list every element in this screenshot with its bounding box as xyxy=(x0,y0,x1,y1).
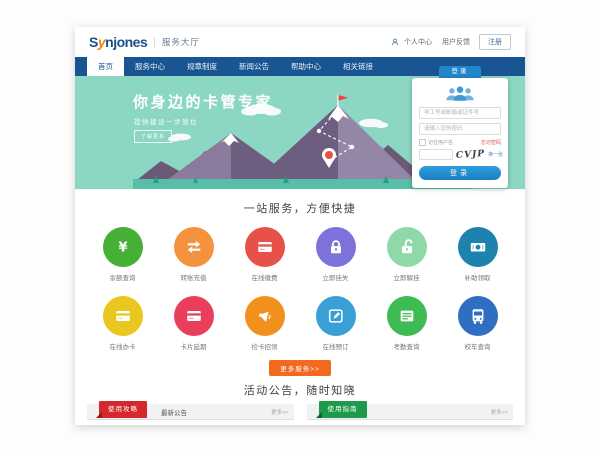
megaphone-icon xyxy=(245,296,285,336)
nav-item-1[interactable]: 服务中心 xyxy=(124,57,176,76)
page: Synjones | 服务大厅 个人中心 用户反馈 注册 首页服务中心规章制度新… xyxy=(75,27,525,425)
service-item-5[interactable]: 补助领取 xyxy=(442,218,513,287)
nav-item-0[interactable]: 首页 xyxy=(87,57,124,76)
service-label: 在线预订 xyxy=(300,341,371,351)
service-label: 补助领取 xyxy=(442,272,513,282)
more-services-button[interactable]: 更多服务>> xyxy=(269,360,331,376)
logo-part1: S xyxy=(89,34,98,50)
service-item-3[interactable]: 立即挂失 xyxy=(300,218,371,287)
service-label: 立即解挂 xyxy=(371,272,442,282)
register-button[interactable]: 注册 xyxy=(479,34,511,50)
lock-icon xyxy=(316,227,356,267)
logo-separator: | xyxy=(153,37,156,48)
service-item-1[interactable]: 转账充值 xyxy=(158,218,229,287)
tab-usage-strategy[interactable]: 使用攻略 xyxy=(99,401,147,418)
left-more-link[interactable]: 更多>> xyxy=(271,408,293,416)
yuan-icon: ¥ xyxy=(103,227,143,267)
portal-name: 服务大厅 xyxy=(162,36,200,48)
left-tabbar: 使用攻略 最新公告 更多>> xyxy=(87,404,294,420)
flag-icon xyxy=(337,95,338,106)
card-icon xyxy=(103,296,143,336)
captcha-refresh-link[interactable]: 换一张 xyxy=(488,151,503,158)
svg-text:¥: ¥ xyxy=(118,241,127,256)
service-label: 转账充值 xyxy=(158,272,229,282)
nav-item-3[interactable]: 新闻公告 xyxy=(228,57,280,76)
hero-title: 你身边的卡管专家 xyxy=(133,91,273,112)
service-item-8[interactable]: 捡卡招领 xyxy=(229,287,300,356)
tab-usage-guide[interactable]: 使用指南 xyxy=(319,401,367,418)
login-card: 记住用户名 忘记密码 CVJP 换一张 登录 xyxy=(412,78,508,188)
announcements-section: 活动公告，随时知晓 使用攻略 最新公告 更多>> 使用指南 更多>> xyxy=(75,382,525,420)
edit-icon xyxy=(316,296,356,336)
announcement-column-right: 使用指南 更多>> xyxy=(307,404,514,420)
banknote-icon xyxy=(458,227,498,267)
nav-item-2[interactable]: 规章制度 xyxy=(176,57,228,76)
services-title: 一站服务，方便快捷 xyxy=(75,200,525,216)
service-label: 卡片延期 xyxy=(158,341,229,351)
service-label: 余额查询 xyxy=(87,272,158,282)
service-label: 在线办卡 xyxy=(87,341,158,351)
transfer-icon xyxy=(174,227,214,267)
service-label: 捡卡招领 xyxy=(229,341,300,351)
service-label: 考勤查询 xyxy=(371,341,442,351)
card-icon xyxy=(174,296,214,336)
announcement-columns: 使用攻略 最新公告 更多>> 使用指南 更多>> xyxy=(87,404,513,420)
service-item-10[interactable]: 考勤查询 xyxy=(371,287,442,356)
announcement-column-left: 使用攻略 最新公告 更多>> xyxy=(87,404,294,420)
nav-item-5[interactable]: 相关链接 xyxy=(332,57,384,76)
forgot-password-link[interactable]: 忘记密码 xyxy=(481,139,501,146)
service-item-4[interactable]: 立即解挂 xyxy=(371,218,442,287)
personal-center-link[interactable]: 个人中心 xyxy=(404,37,432,47)
remember-row: 记住用户名 忘记密码 xyxy=(419,139,501,146)
service-item-2[interactable]: 在线缴费 xyxy=(229,218,300,287)
right-tabbar: 使用指南 更多>> xyxy=(307,404,514,420)
service-label: 校车查询 xyxy=(442,341,513,351)
username-input[interactable] xyxy=(419,107,501,119)
logo: Synjones xyxy=(89,34,147,50)
login-submit-button[interactable]: 登录 xyxy=(419,166,501,180)
logo-part3: njones xyxy=(105,34,147,50)
service-item-6[interactable]: 在线办卡 xyxy=(87,287,158,356)
service-label: 在线缴费 xyxy=(229,272,300,282)
unlock-icon xyxy=(387,227,427,267)
captcha-image[interactable]: CVJP xyxy=(456,148,486,160)
tab-latest-announcements[interactable]: 最新公告 xyxy=(161,407,187,417)
captcha-input[interactable] xyxy=(419,149,453,160)
hero-subtitle: 提供建设一步到位 xyxy=(134,116,198,126)
login-panel: 登录 记住用户名 忘记密码 CVJP 换一张 登录 xyxy=(412,66,508,188)
password-input[interactable] xyxy=(419,123,501,135)
list-icon xyxy=(387,296,427,336)
service-item-0[interactable]: ¥ 余额查询 xyxy=(87,218,158,287)
services-grid: ¥ 余额查询转账充值在线缴费立即挂失立即解挂补助领取在线办卡卡片延期捡卡招领在线预… xyxy=(87,218,513,356)
right-more-link[interactable]: 更多>> xyxy=(491,408,513,416)
service-item-7[interactable]: 卡片延期 xyxy=(158,287,229,356)
login-tab[interactable]: 登录 xyxy=(439,66,481,78)
service-label: 立即挂失 xyxy=(300,272,371,282)
header: Synjones | 服务大厅 个人中心 用户反馈 注册 xyxy=(75,27,525,57)
services-section: 一站服务，方便快捷 ¥ 余额查询转账充值在线缴费立即挂失立即解挂补助领取在线办卡卡… xyxy=(75,189,525,376)
announcements-title: 活动公告，随时知晓 xyxy=(75,382,525,398)
hero-cta-button[interactable]: 了解更多 xyxy=(134,130,172,143)
nav-item-4[interactable]: 帮助中心 xyxy=(280,57,332,76)
logo-part2: y xyxy=(98,34,105,50)
users-icon xyxy=(442,85,478,103)
remember-label: 记住用户名 xyxy=(428,139,453,146)
bus-icon xyxy=(458,296,498,336)
person-icon xyxy=(391,38,399,46)
remember-checkbox[interactable] xyxy=(419,139,426,146)
captcha-row: CVJP 换一张 xyxy=(419,149,501,160)
service-item-9[interactable]: 在线预订 xyxy=(300,287,371,356)
user-feedback-link[interactable]: 用户反馈 xyxy=(442,37,470,47)
card-icon xyxy=(245,227,285,267)
service-item-11[interactable]: 校车查询 xyxy=(442,287,513,356)
